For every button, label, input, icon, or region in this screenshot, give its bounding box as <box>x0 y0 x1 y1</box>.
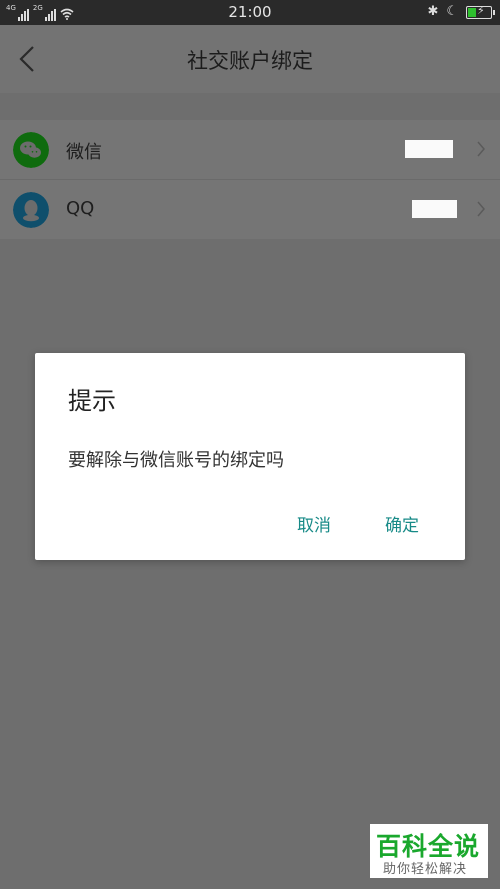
battery-icon: ⚡ <box>466 3 495 19</box>
account-value-redacted <box>405 140 453 158</box>
battery-tip <box>493 9 495 15</box>
account-value-redacted <box>412 200 457 218</box>
status-bar: 4G 2G 21:00 ✱ ☾ ⚡ <box>0 0 500 25</box>
status-time: 21:00 <box>228 3 272 21</box>
battery-level <box>468 7 476 17</box>
charging-icon: ⚡ <box>477 3 485 17</box>
watermark-subtitle: 助你轻松解决 <box>383 862 468 877</box>
account-row-wechat[interactable]: 微信 <box>0 120 500 180</box>
unbind-dialog: 提示 要解除与微信账号的绑定吗 取消 确定 <box>35 353 465 560</box>
bluetooth-icon: ✱ <box>427 4 439 19</box>
app-header: 社交账户绑定 <box>0 25 500 93</box>
watermark-logo: 百科全说 助你轻松解决 <box>370 824 488 878</box>
status-icons: ✱ ☾ ⚡ <box>427 3 495 20</box>
dialog-title: 提示 <box>68 387 116 415</box>
wechat-icon <box>13 132 49 168</box>
qq-icon <box>13 192 49 228</box>
page-title: 社交账户绑定 <box>187 49 313 73</box>
account-label: QQ <box>66 198 95 219</box>
cancel-button[interactable]: 取消 <box>297 511 331 536</box>
chevron-right-icon <box>477 141 485 157</box>
do-not-disturb-icon: ☾ <box>446 4 458 19</box>
confirm-button[interactable]: 确定 <box>385 511 419 536</box>
account-row-qq[interactable]: QQ <box>0 180 500 239</box>
dialog-message: 要解除与微信账号的绑定吗 <box>68 450 284 471</box>
account-label: 微信 <box>66 142 102 163</box>
chevron-right-icon <box>477 201 485 217</box>
account-list: 微信 QQ <box>0 120 500 239</box>
